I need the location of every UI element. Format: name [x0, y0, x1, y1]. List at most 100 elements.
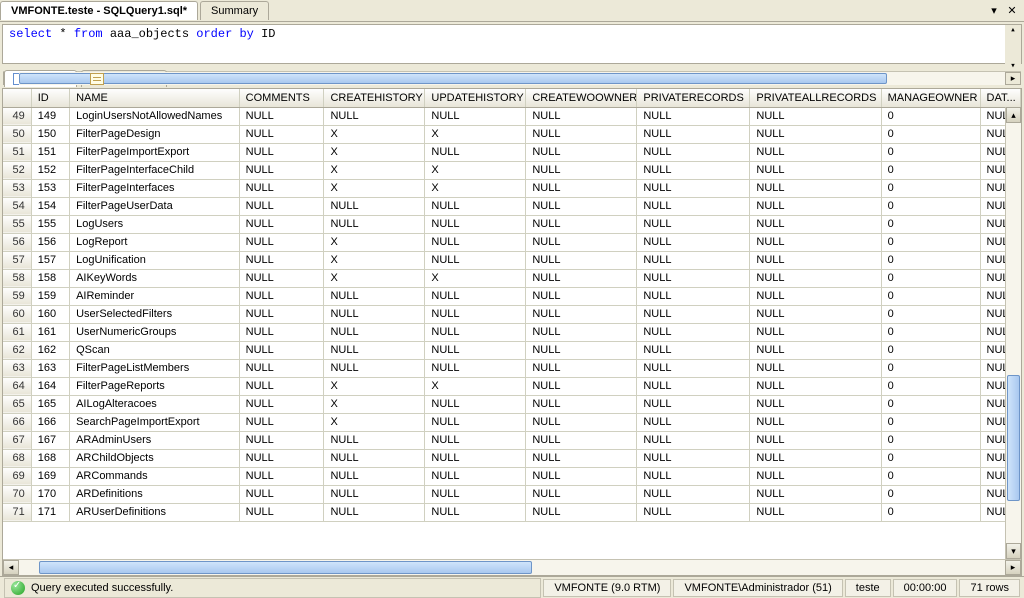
- cell-id[interactable]: 162: [31, 341, 69, 359]
- table-row[interactable]: 65165AILogAlteracoesNULLXNULLNULLNULLNUL…: [3, 395, 1021, 413]
- table-row[interactable]: 51151FilterPageImportExportNULLXNULLNULL…: [3, 143, 1021, 161]
- cell-privaterecords[interactable]: NULL: [637, 377, 750, 395]
- cell-createwoowner[interactable]: NULL: [526, 197, 637, 215]
- table-row[interactable]: 55155LogUsersNULLNULLNULLNULLNULLNULL0NU…: [3, 215, 1021, 233]
- cell-updatehistory[interactable]: NULL: [425, 359, 526, 377]
- cell-comments[interactable]: NULL: [239, 143, 324, 161]
- cell-id[interactable]: 161: [31, 323, 69, 341]
- cell-id[interactable]: 160: [31, 305, 69, 323]
- cell-manageowner[interactable]: 0: [881, 269, 980, 287]
- query-editor[interactable]: select * from aaa_objects order by ID ▴ …: [2, 24, 1022, 64]
- cell-id[interactable]: 152: [31, 161, 69, 179]
- cell-manageowner[interactable]: 0: [881, 323, 980, 341]
- cell-comments[interactable]: NULL: [239, 305, 324, 323]
- grid-h-scrollbar[interactable]: ◂ ▸: [3, 559, 1021, 575]
- table-row[interactable]: 56156LogReportNULLXNULLNULLNULLNULL0NUL: [3, 233, 1021, 251]
- cell-createwoowner[interactable]: NULL: [526, 431, 637, 449]
- col-updatehistory[interactable]: UPDATEHISTORY: [425, 89, 526, 107]
- cell-privaterecords[interactable]: NULL: [637, 413, 750, 431]
- scroll-track[interactable]: [19, 72, 1005, 85]
- cell-createhistory[interactable]: NULL: [324, 449, 425, 467]
- cell-comments[interactable]: NULL: [239, 179, 324, 197]
- cell-rownum[interactable]: 71: [3, 503, 31, 521]
- cell-comments[interactable]: NULL: [239, 125, 324, 143]
- cell-privaterecords[interactable]: NULL: [637, 215, 750, 233]
- cell-id[interactable]: 151: [31, 143, 69, 161]
- cell-name[interactable]: ARAdminUsers: [70, 431, 240, 449]
- cell-rownum[interactable]: 65: [3, 395, 31, 413]
- cell-privaterecords[interactable]: NULL: [637, 233, 750, 251]
- cell-comments[interactable]: NULL: [239, 377, 324, 395]
- editor-v-scrollbar[interactable]: ▴ ▾: [1005, 25, 1021, 71]
- col-privateallrecords[interactable]: PRIVATEALLRECORDS: [750, 89, 881, 107]
- table-row[interactable]: 59159AIReminderNULLNULLNULLNULLNULLNULL0…: [3, 287, 1021, 305]
- cell-privateallrecords[interactable]: NULL: [750, 503, 881, 521]
- cell-manageowner[interactable]: 0: [881, 377, 980, 395]
- cell-rownum[interactable]: 63: [3, 359, 31, 377]
- cell-manageowner[interactable]: 0: [881, 395, 980, 413]
- cell-createwoowner[interactable]: NULL: [526, 359, 637, 377]
- cell-createwoowner[interactable]: NULL: [526, 449, 637, 467]
- table-row[interactable]: 66166SearchPageImportExportNULLXNULLNULL…: [3, 413, 1021, 431]
- cell-manageowner[interactable]: 0: [881, 233, 980, 251]
- cell-comments[interactable]: NULL: [239, 467, 324, 485]
- cell-rownum[interactable]: 69: [3, 467, 31, 485]
- cell-createhistory[interactable]: NULL: [324, 323, 425, 341]
- cell-name[interactable]: UserNumericGroups: [70, 323, 240, 341]
- cell-createhistory[interactable]: X: [324, 269, 425, 287]
- cell-rownum[interactable]: 62: [3, 341, 31, 359]
- cell-manageowner[interactable]: 0: [881, 503, 980, 521]
- cell-manageowner[interactable]: 0: [881, 359, 980, 377]
- cell-rownum[interactable]: 59: [3, 287, 31, 305]
- cell-manageowner[interactable]: 0: [881, 341, 980, 359]
- cell-updatehistory[interactable]: X: [425, 125, 526, 143]
- col-createhistory[interactable]: CREATEHISTORY: [324, 89, 425, 107]
- cell-name[interactable]: ARDefinitions: [70, 485, 240, 503]
- cell-manageowner[interactable]: 0: [881, 161, 980, 179]
- cell-privateallrecords[interactable]: NULL: [750, 161, 881, 179]
- cell-manageowner[interactable]: 0: [881, 215, 980, 233]
- cell-createwoowner[interactable]: NULL: [526, 269, 637, 287]
- cell-privateallrecords[interactable]: NULL: [750, 431, 881, 449]
- cell-privateallrecords[interactable]: NULL: [750, 359, 881, 377]
- cell-manageowner[interactable]: 0: [881, 413, 980, 431]
- scroll-down-icon[interactable]: ▾: [1006, 543, 1021, 559]
- cell-comments[interactable]: NULL: [239, 161, 324, 179]
- cell-privaterecords[interactable]: NULL: [637, 431, 750, 449]
- cell-rownum[interactable]: 67: [3, 431, 31, 449]
- cell-rownum[interactable]: 52: [3, 161, 31, 179]
- window-dropdown-icon[interactable]: ▾: [986, 4, 1002, 18]
- cell-updatehistory[interactable]: NULL: [425, 107, 526, 125]
- cell-createwoowner[interactable]: NULL: [526, 233, 637, 251]
- cell-updatehistory[interactable]: NULL: [425, 341, 526, 359]
- cell-name[interactable]: AILogAlteracoes: [70, 395, 240, 413]
- cell-privaterecords[interactable]: NULL: [637, 305, 750, 323]
- cell-rownum[interactable]: 60: [3, 305, 31, 323]
- table-row[interactable]: 70170ARDefinitionsNULLNULLNULLNULLNULLNU…: [3, 485, 1021, 503]
- cell-name[interactable]: FilterPageInterfaces: [70, 179, 240, 197]
- cell-privaterecords[interactable]: NULL: [637, 341, 750, 359]
- cell-createwoowner[interactable]: NULL: [526, 503, 637, 521]
- cell-manageowner[interactable]: 0: [881, 287, 980, 305]
- cell-createhistory[interactable]: NULL: [324, 431, 425, 449]
- cell-privaterecords[interactable]: NULL: [637, 359, 750, 377]
- cell-rownum[interactable]: 54: [3, 197, 31, 215]
- cell-name[interactable]: ARChildObjects: [70, 449, 240, 467]
- cell-id[interactable]: 159: [31, 287, 69, 305]
- cell-createhistory[interactable]: NULL: [324, 305, 425, 323]
- cell-comments[interactable]: NULL: [239, 215, 324, 233]
- cell-privaterecords[interactable]: NULL: [637, 323, 750, 341]
- cell-id[interactable]: 156: [31, 233, 69, 251]
- col-createwoowner[interactable]: CREATEWOOWNER: [526, 89, 637, 107]
- cell-manageowner[interactable]: 0: [881, 143, 980, 161]
- cell-privateallrecords[interactable]: NULL: [750, 197, 881, 215]
- cell-comments[interactable]: NULL: [239, 197, 324, 215]
- table-row[interactable]: 64164FilterPageReportsNULLXXNULLNULLNULL…: [3, 377, 1021, 395]
- cell-manageowner[interactable]: 0: [881, 197, 980, 215]
- scroll-track[interactable]: [19, 560, 1005, 575]
- col-name[interactable]: NAME: [70, 89, 240, 107]
- scroll-thumb[interactable]: [1007, 375, 1020, 501]
- cell-id[interactable]: 154: [31, 197, 69, 215]
- cell-privaterecords[interactable]: NULL: [637, 251, 750, 269]
- col-comments[interactable]: COMMENTS: [239, 89, 324, 107]
